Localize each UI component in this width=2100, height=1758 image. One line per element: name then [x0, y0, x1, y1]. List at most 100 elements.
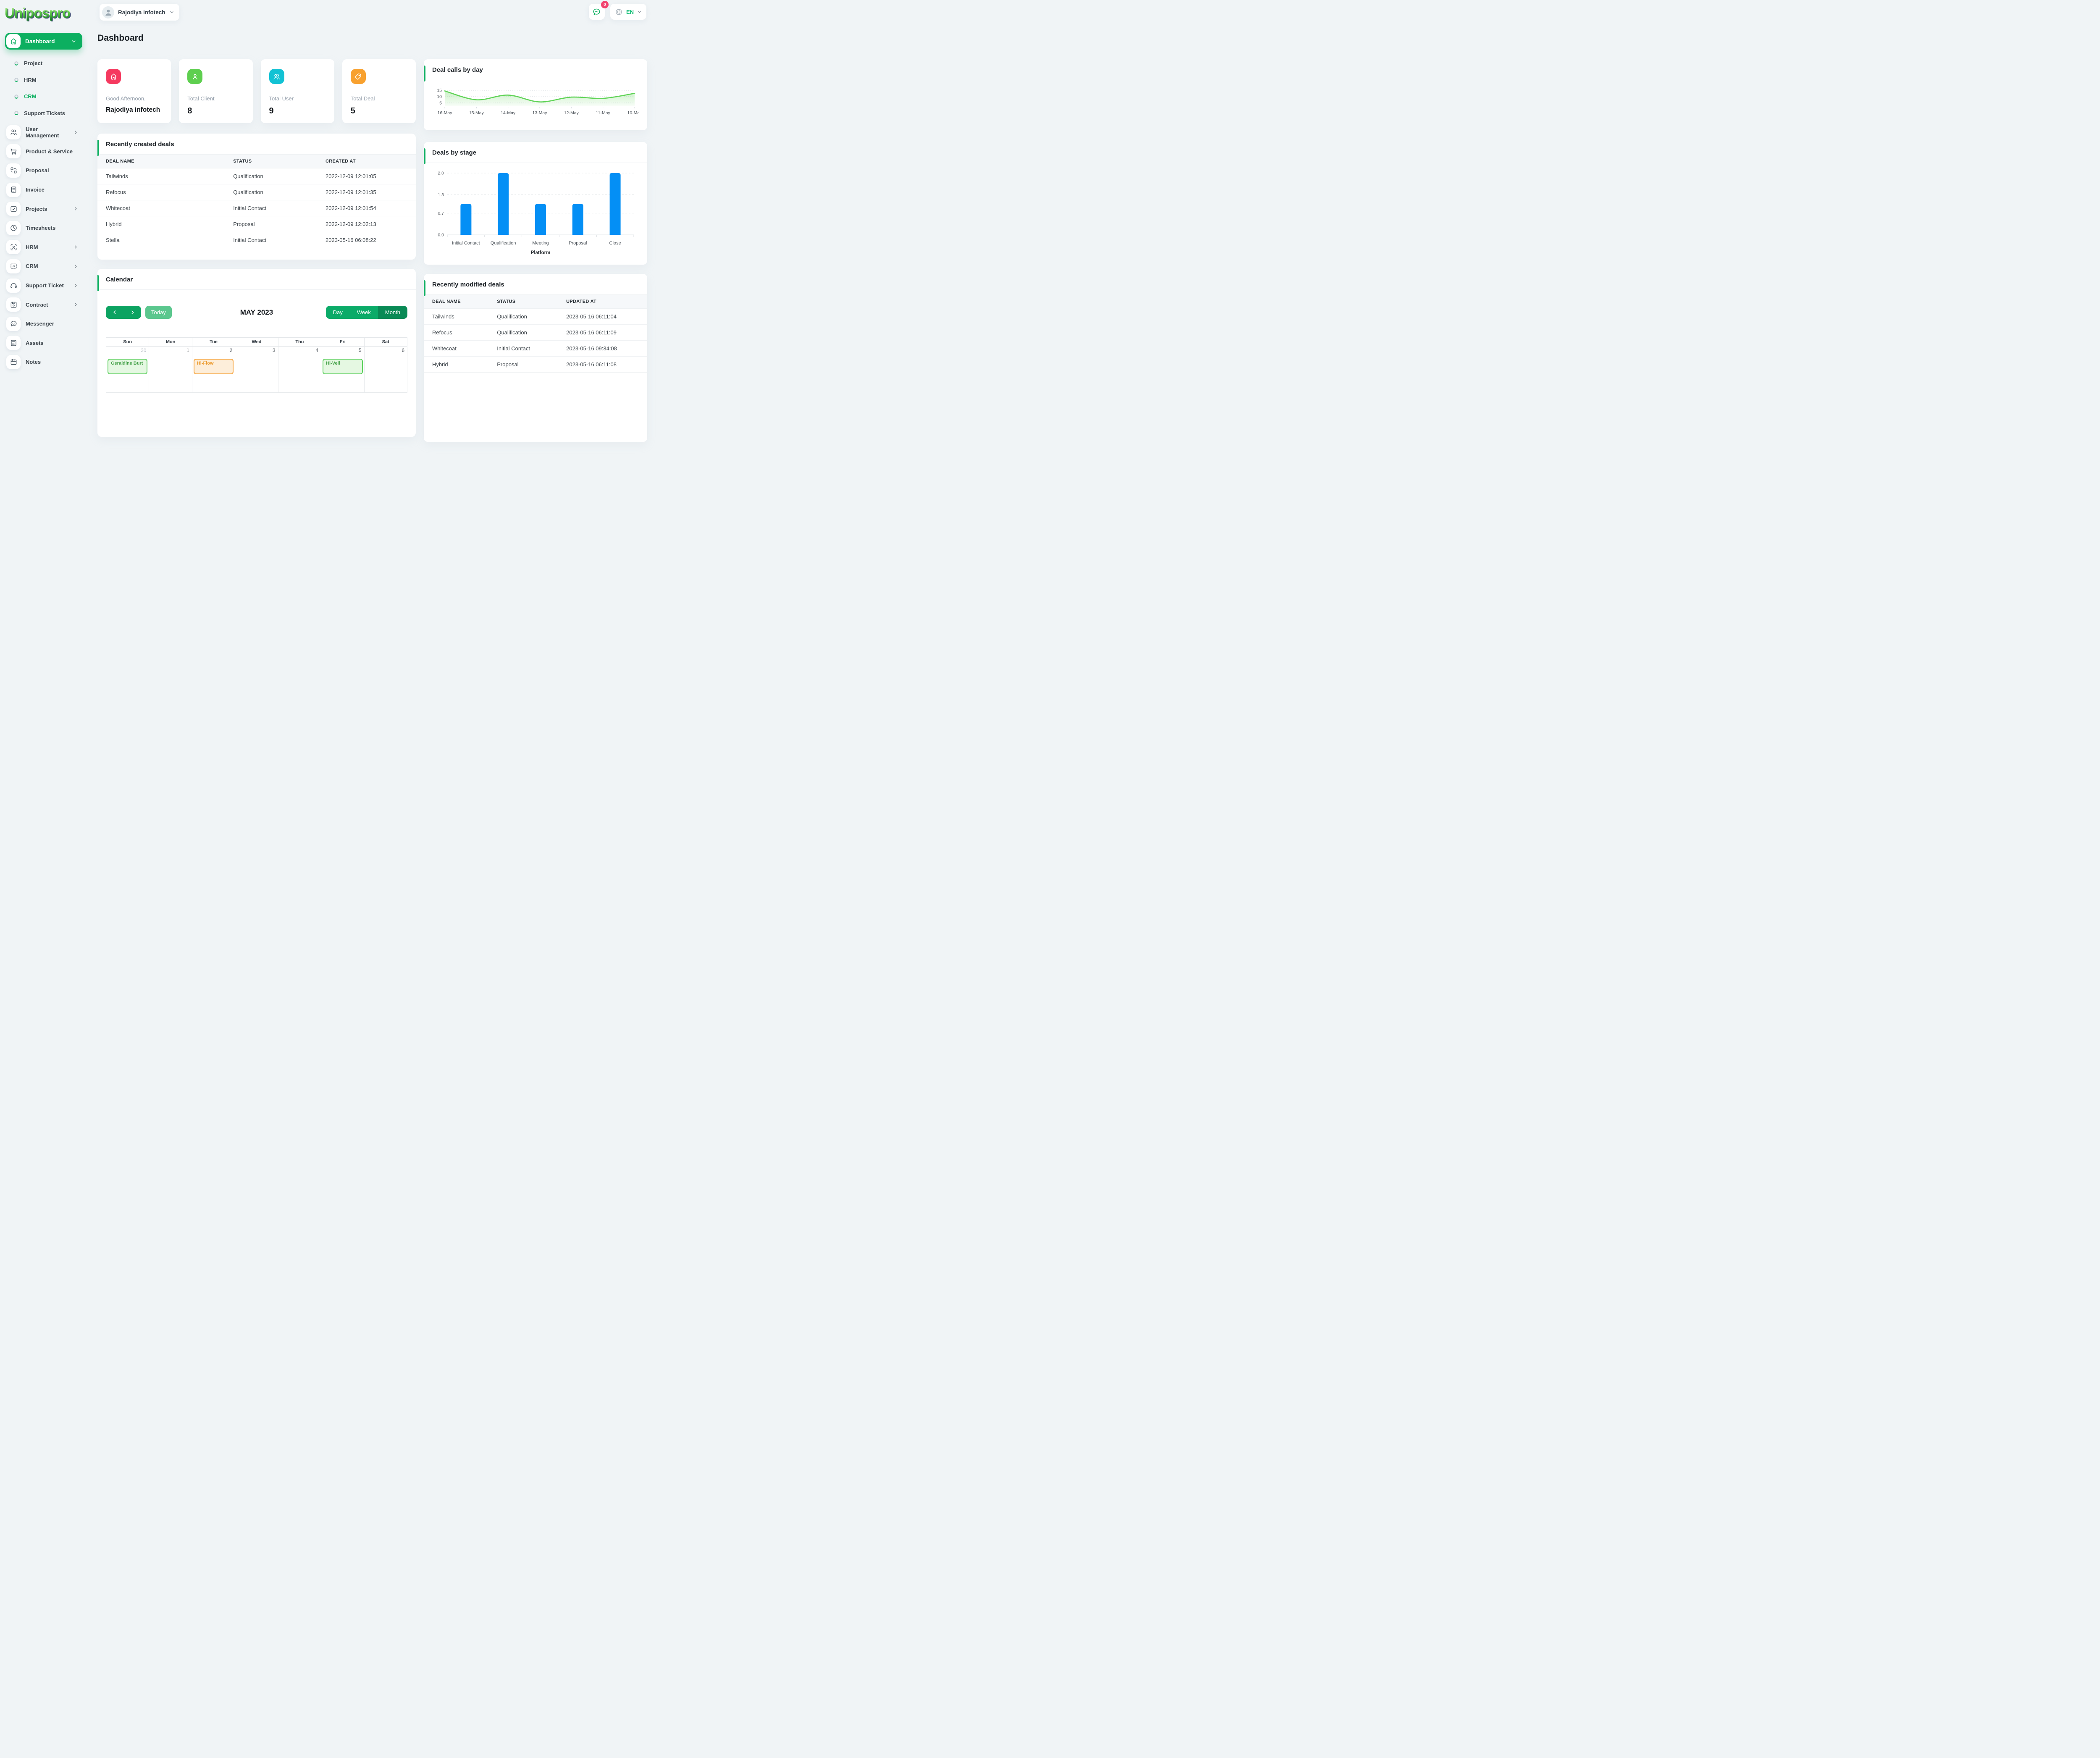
messages-button[interactable]: 0 [588, 1, 609, 20]
table-header-row: Deal Name Status Created At [97, 154, 416, 168]
sidebar-subitem-label: HRM [24, 76, 37, 83]
calendar-day-header: Mon [149, 337, 192, 347]
calendar-next-button[interactable] [123, 306, 141, 319]
sidebar-subitem-hrm[interactable]: HRM [0, 72, 87, 89]
accent-bar [424, 66, 425, 81]
calendar-date-number: 2 [229, 347, 233, 353]
sidebar-menu: User Management Product & Service Proposal… [0, 123, 87, 372]
sidebar-item-proposal[interactable]: Proposal [0, 161, 87, 180]
table-cell: Qualification [488, 324, 558, 341]
table-cell: Initial Contact [225, 200, 317, 216]
calendar-day-cell[interactable]: 3 [235, 346, 278, 393]
calendar-today-button[interactable]: Today [145, 306, 172, 319]
language-code: EN [626, 8, 634, 15]
sidebar-item-timesheets[interactable]: Timesheets [0, 218, 87, 238]
table-cell: Whitecoat [97, 200, 225, 216]
sidebar-subitem-project[interactable]: Project [0, 55, 87, 72]
sidebar-item-assets[interactable]: Assets [0, 334, 87, 353]
sidebar-item-product-service[interactable]: Product & Service [0, 142, 87, 161]
sidebar-subitem-label: Project [24, 60, 43, 67]
company-selector[interactable]: Rajodiya infotech [100, 4, 179, 21]
calendar-day-cell[interactable]: 30 Geraldine Burt [105, 346, 150, 393]
card-title: Deals by stage [424, 142, 647, 163]
sidebar-item-invoice[interactable]: Invoice [0, 180, 87, 200]
calendar-view-month-button[interactable]: Month [378, 306, 407, 319]
calendar-event[interactable]: Geraldine Burt [108, 359, 148, 374]
home-icon [106, 69, 121, 84]
svg-text:Proposal: Proposal [569, 241, 587, 246]
chat-icon [593, 8, 600, 15]
sidebar-item-notes[interactable]: Notes [0, 352, 87, 372]
sidebar-item-support-ticket[interactable]: Support Ticket [0, 276, 87, 295]
sidebar-item-projects[interactable]: Projects [0, 199, 87, 218]
calendar-event[interactable]: Hi-Veil [323, 359, 363, 374]
calendar-day-cell[interactable]: 4 [278, 346, 322, 393]
sidebar-item-contract[interactable]: Contract [0, 295, 87, 314]
circle-dot-icon [14, 78, 18, 82]
proposal-icon [6, 163, 21, 178]
sidebar-item-hrm[interactable]: HRM [0, 238, 87, 257]
sidebar-subitem-label: Support Tickets [24, 110, 66, 116]
accent-bar [97, 275, 99, 291]
tag-icon [350, 69, 366, 84]
table-row: Hybrid Proposal 2022-12-09 12:02:13 [97, 216, 416, 232]
sidebar-item-label: Invoice [26, 187, 45, 193]
svg-text:12-May: 12-May [564, 110, 579, 116]
sidebar-item-dashboard[interactable]: Dashboard [5, 33, 82, 50]
table-row: Whitecoat Initial Contact 2023-05-16 09:34… [424, 340, 647, 357]
table-cell: 2023-05-16 06:11:09 [558, 324, 647, 341]
svg-text:5: 5 [439, 101, 442, 106]
chevron-right-icon [73, 206, 78, 211]
table-cell: Qualification [225, 168, 317, 184]
stat-label: Total User [269, 95, 294, 102]
table-cell: Initial Contact [488, 340, 558, 357]
stats-row: Good Afternoon, Rajodiya infotech Total … [97, 59, 416, 123]
calendar-event[interactable]: Hi-Flow [193, 359, 234, 374]
company-name: Rajodiya infotech [118, 9, 165, 16]
sidebar-item-user-management[interactable]: User Management [0, 123, 87, 142]
stat-value: 9 [269, 106, 274, 116]
chevron-down-icon [169, 10, 174, 15]
globe-icon [615, 8, 623, 16]
column-header: Updated At [558, 294, 647, 309]
calendar-day-cell[interactable]: 1 [149, 346, 192, 393]
circle-dot-icon [14, 94, 18, 99]
calendar-day-cell[interactable]: 6 [364, 346, 408, 393]
sidebar-item-label: HRM [26, 244, 38, 250]
card-title: Recently modified deals [432, 281, 504, 288]
svg-text:0.7: 0.7 [438, 211, 444, 216]
total-user-card: Total User 9 [260, 59, 334, 123]
calendar-date-number: 5 [358, 347, 362, 353]
total-client-card: Total Client 8 [179, 59, 253, 123]
language-selector[interactable]: EN [610, 4, 646, 20]
sidebar-item-label: Assets [26, 339, 44, 346]
table-cell: 2022-12-09 12:01:35 [317, 184, 416, 200]
table-cell: Qualification [225, 184, 317, 200]
column-header: Created At [317, 154, 416, 168]
calendar-day-cell[interactable]: 5 Hi-Veil [321, 346, 365, 393]
calendar-date-number: 4 [315, 347, 319, 353]
users-icon [269, 69, 284, 84]
calendar-view-week-button[interactable]: Week [349, 306, 378, 319]
table-row: Tailwinds Qualification 2022-12-09 12:01:0… [97, 168, 416, 184]
svg-text:11-May: 11-May [596, 110, 611, 116]
accent-bar [424, 280, 425, 296]
sidebar-subitem-crm[interactable]: CRM [0, 88, 87, 105]
calendar-view-day-button[interactable]: Day [326, 306, 350, 319]
contract-icon [6, 297, 21, 312]
chevron-down-icon [637, 10, 642, 14]
calendar-date-number: 6 [402, 347, 404, 353]
card-title: Calendar [97, 269, 416, 290]
calendar-day-cell[interactable]: 2 Hi-Flow [192, 346, 236, 393]
sidebar-subitem-support-tickets[interactable]: Support Tickets [0, 105, 87, 122]
sidebar-item-label: Projects [26, 205, 47, 212]
svg-text:15-May: 15-May [469, 110, 484, 116]
table-header-row: Deal Name Status Updated At [424, 294, 647, 309]
chevron-right-icon [73, 302, 78, 307]
sidebar-item-messenger[interactable]: Messenger [0, 314, 87, 334]
svg-text:Close: Close [609, 241, 621, 246]
calendar-prev-button[interactable] [106, 306, 123, 319]
stat-label: Good Afternoon, [106, 95, 146, 102]
sidebar-item-crm[interactable]: CRM [0, 257, 87, 276]
table-cell: Proposal [488, 356, 558, 373]
